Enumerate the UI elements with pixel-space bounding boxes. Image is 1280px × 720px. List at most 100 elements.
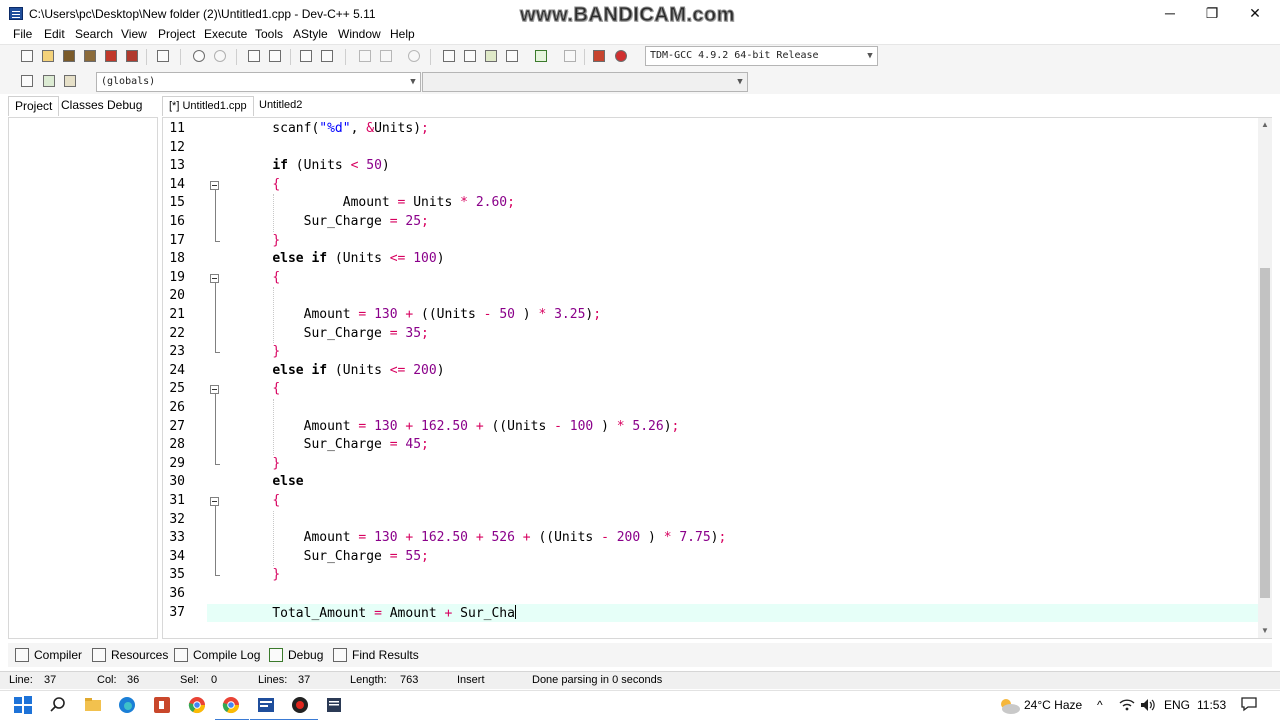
redo-button[interactable] <box>211 47 229 65</box>
restore-button[interactable]: ❐ <box>1190 0 1234 26</box>
tab-project[interactable]: Project <box>8 96 60 116</box>
scroll-up-icon[interactable]: ▲ <box>1258 118 1272 132</box>
code-line[interactable]: 18 else if (Units <= 100) <box>169 250 1261 269</box>
network-icon[interactable] <box>1119 698 1135 715</box>
menu-edit[interactable]: Edit <box>44 27 65 41</box>
next-bookmark-button[interactable] <box>377 47 395 65</box>
code-line[interactable]: 34 Sur_Charge = 55; <box>169 548 1261 567</box>
syntax-check-button[interactable] <box>532 47 550 65</box>
print-button[interactable] <box>154 47 172 65</box>
code-line[interactable]: 21 Amount = 130 + ((Units - 50 ) * 3.25)… <box>169 306 1261 325</box>
code-line[interactable]: 31 { <box>169 492 1261 511</box>
code-line[interactable]: 28 Sur_Charge = 45; <box>169 436 1261 455</box>
menu-view[interactable]: View <box>121 27 147 41</box>
code-line[interactable]: 14 { <box>169 176 1261 195</box>
code-line[interactable]: 30 else <box>169 473 1261 492</box>
code-line[interactable]: 27 Amount = 130 + 162.50 + ((Units - 100… <box>169 418 1261 437</box>
menu-project[interactable]: Project <box>158 27 195 41</box>
code-line[interactable]: 19 { <box>169 269 1261 288</box>
code-line[interactable]: 35 } <box>169 566 1261 585</box>
indent-button[interactable] <box>297 47 315 65</box>
tab-debug[interactable]: Debug <box>101 96 148 116</box>
devcpp-taskbar-button[interactable] <box>250 695 284 720</box>
save-all-button[interactable] <box>81 47 99 65</box>
weather-icon[interactable] <box>996 695 1022 720</box>
goto-bookmark-button[interactable] <box>61 72 79 90</box>
menu-search[interactable]: Search <box>75 27 113 41</box>
language-indicator[interactable]: ENG <box>1164 698 1190 712</box>
open-button[interactable] <box>39 47 57 65</box>
code-line[interactable]: 26 <box>169 399 1261 418</box>
code-line[interactable]: 12 <box>169 139 1261 158</box>
code-line[interactable]: 17 } <box>169 232 1261 251</box>
replace-button[interactable] <box>266 47 284 65</box>
undo-button[interactable] <box>190 47 208 65</box>
close-file-button[interactable] <box>102 47 120 65</box>
menu-file[interactable]: File <box>13 27 32 41</box>
code-editor[interactable]: 11 scanf("%d", &Units); 12 13 if (Units < … <box>162 117 1272 639</box>
goto-line-button[interactable] <box>405 47 423 65</box>
unindent-button[interactable] <box>318 47 336 65</box>
profile-button[interactable] <box>590 47 608 65</box>
menu-tools[interactable]: Tools <box>255 27 283 41</box>
code-line[interactable]: 13 if (Units < 50) <box>169 157 1261 176</box>
compile-button[interactable] <box>482 47 500 65</box>
vertical-scrollbar[interactable]: ▲ ▼ <box>1258 118 1272 638</box>
code-line[interactable]: 15 Amount = Units * 2.60; <box>169 194 1261 213</box>
chrome-button[interactable] <box>187 695 209 717</box>
prev-bookmark-button[interactable] <box>356 47 374 65</box>
menu-window[interactable]: Window <box>338 27 381 41</box>
code-line[interactable]: 22 Sur_Charge = 35; <box>169 325 1261 344</box>
code-line[interactable]: 25 { <box>169 380 1261 399</box>
close-all-button[interactable] <box>123 47 141 65</box>
scroll-thumb[interactable] <box>1260 268 1270 598</box>
insert-button[interactable] <box>18 72 36 90</box>
debug-button[interactable] <box>612 47 630 65</box>
member-select[interactable]: ▼ <box>422 72 748 92</box>
code-area[interactable]: 11 scanf("%d", &Units); 12 13 if (Units < … <box>169 118 1261 638</box>
powerpoint-button[interactable] <box>152 695 174 717</box>
tab-untitled1[interactable]: [*] Untitled1.cpp <box>162 96 254 116</box>
clock[interactable]: 11:53 <box>1197 698 1226 712</box>
code-line[interactable]: 36 <box>169 585 1261 604</box>
file-explorer-button[interactable] <box>83 695 105 717</box>
code-line[interactable]: 29 } <box>169 455 1261 474</box>
search-button[interactable] <box>48 695 70 717</box>
code-line[interactable]: 24 else if (Units <= 200) <box>169 362 1261 381</box>
print-icon <box>157 50 169 62</box>
start-button[interactable] <box>13 695 35 717</box>
code-line[interactable]: 20 <box>169 287 1261 306</box>
save-button[interactable] <box>60 47 78 65</box>
code-line[interactable]: 33 Amount = 130 + 162.50 + 526 + ((Units… <box>169 529 1261 548</box>
edge-button[interactable] <box>117 695 139 717</box>
menu-help[interactable]: Help <box>390 27 415 41</box>
toggle-bookmark-button[interactable] <box>40 72 58 90</box>
minimize-button[interactable]: ─ <box>1148 0 1192 26</box>
weather-text[interactable]: 24°C Haze <box>1024 698 1082 712</box>
volume-icon[interactable] <box>1140 698 1156 715</box>
chevron-up-icon[interactable]: ^ <box>1097 698 1103 712</box>
scope-select[interactable]: (globals) ▼ <box>96 72 421 92</box>
code-line[interactable]: 11 scanf("%d", &Units); <box>169 120 1261 139</box>
code-line[interactable]: 23 } <box>169 343 1261 362</box>
scope-select-value: (globals) <box>101 76 156 87</box>
tab-untitled2[interactable]: Untitled2 <box>253 96 308 116</box>
menu-execute[interactable]: Execute <box>204 27 247 41</box>
new-file-button[interactable] <box>18 47 36 65</box>
chrome-window-button[interactable] <box>215 695 249 720</box>
new-project-button[interactable] <box>440 47 458 65</box>
scroll-down-icon[interactable]: ▼ <box>1258 624 1272 638</box>
current-code-line[interactable]: 37 Total_Amount = Amount + Sur_Cha <box>169 603 1261 623</box>
code-line[interactable]: 32 <box>169 511 1261 530</box>
notifications-icon[interactable] <box>1240 695 1258 716</box>
run-button[interactable] <box>503 47 521 65</box>
stop-button[interactable] <box>561 47 579 65</box>
menu-astyle[interactable]: AStyle <box>293 27 328 41</box>
toggle-panel-button[interactable] <box>461 47 479 65</box>
bandicam-button[interactable] <box>284 695 318 720</box>
compiler-select[interactable]: TDM-GCC 4.9.2 64-bit Release ▼ <box>645 46 878 66</box>
code-line[interactable]: 16 Sur_Charge = 25; <box>169 213 1261 232</box>
find-button[interactable] <box>245 47 263 65</box>
app-window-button[interactable] <box>324 695 346 717</box>
close-button[interactable]: ✕ <box>1233 0 1277 26</box>
